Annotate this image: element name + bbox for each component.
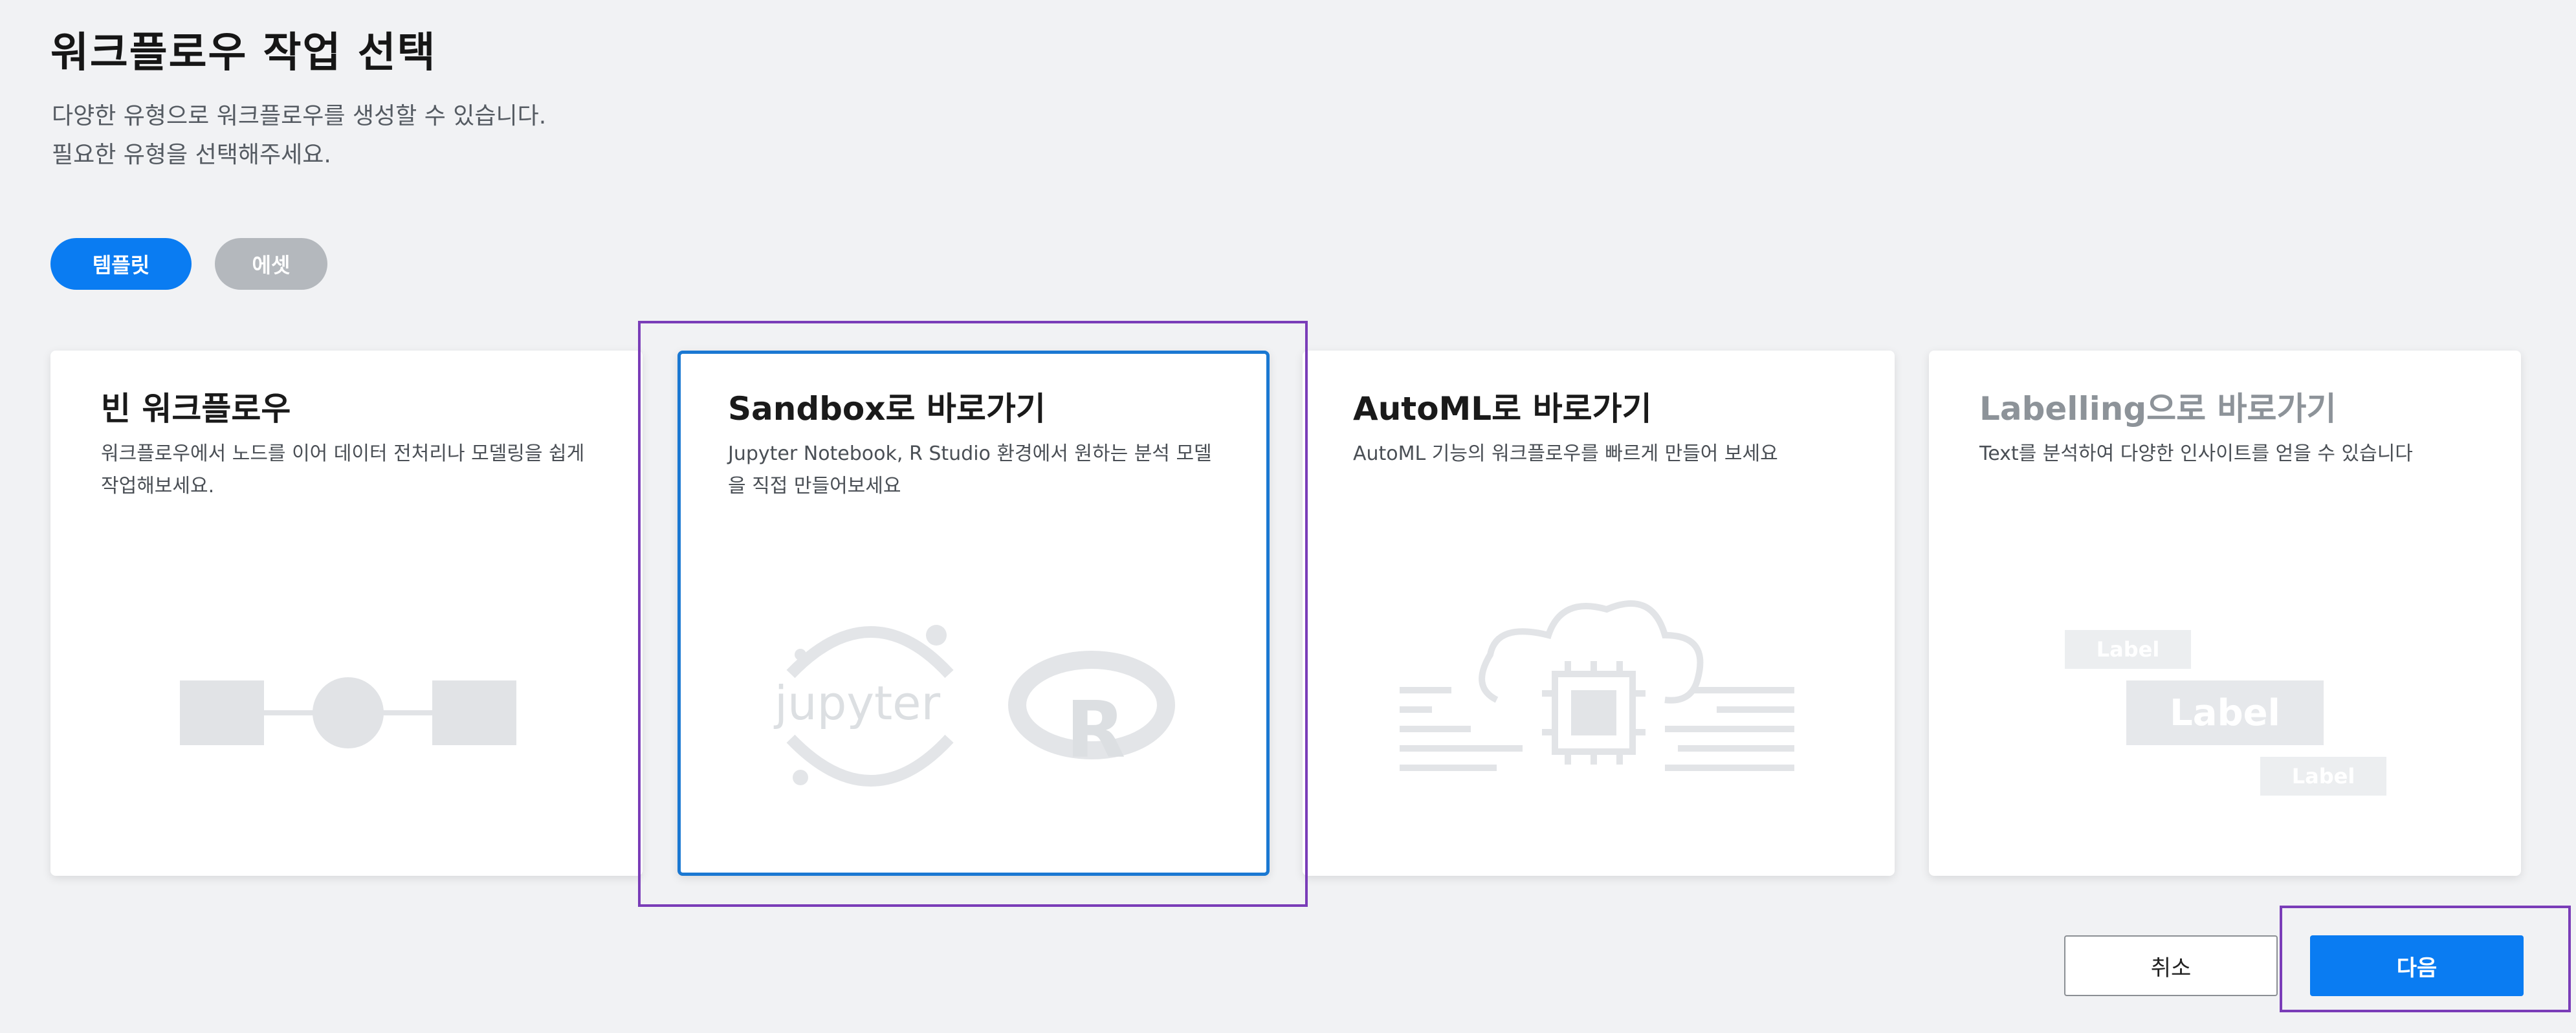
tab-template[interactable]: 템플릿 xyxy=(50,238,192,290)
card-empty-workflow[interactable]: 빈 워크플로우 워크플로우에서 노드를 이어 데이터 전처리나 모델링을 쉽게 … xyxy=(50,351,643,876)
jupyter-r-icon: jupyter R xyxy=(773,625,1175,787)
description-line-1: 다양한 유형으로 워크플로우를 생성할 수 있습니다. xyxy=(52,103,547,129)
label-tag-large: Label xyxy=(2126,680,2324,745)
node-flow-icon xyxy=(180,677,516,748)
card-automl[interactable]: AutoML로 바로가기 AutoML 기능의 워크플로우를 빠르게 만들어 보… xyxy=(1303,351,1895,876)
cancel-button[interactable]: 취소 xyxy=(2064,935,2278,996)
cloud-chip-icon xyxy=(1400,600,1794,771)
label-tag-small-top: Label xyxy=(2065,630,2191,669)
tab-asset[interactable]: 에셋 xyxy=(215,238,327,290)
jupyter-logo-text: jupyter xyxy=(773,676,940,730)
card-sandbox[interactable]: Sandbox로 바로가기 Jupyter Notebook, R Studio… xyxy=(677,351,1270,876)
description-line-2: 필요한 유형을 선택해주세요. xyxy=(52,142,331,168)
r-logo-text: R xyxy=(1066,686,1125,776)
label-tag-small-bottom: Label xyxy=(2260,757,2386,796)
page-title: 워크플로우 작업 선택 xyxy=(50,29,437,77)
page-description: 다양한 유형으로 워크플로우를 생성할 수 있습니다. 필요한 유형을 선택해주… xyxy=(52,97,546,175)
card-labelling[interactable]: Labelling으로 바로가기 Text를 분석하여 다양한 인사이트를 얻을… xyxy=(1929,351,2521,876)
label-tags-icon: Label Label Label xyxy=(1929,351,2521,876)
next-button[interactable]: 다음 xyxy=(2310,935,2524,996)
